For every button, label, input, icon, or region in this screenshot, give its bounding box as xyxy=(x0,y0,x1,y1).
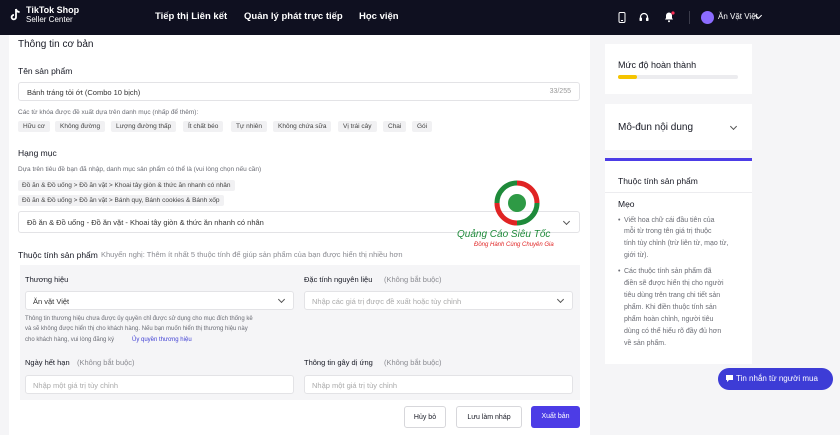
brand-note: Thông tin thương hiệu chưa được ủy quyền… xyxy=(25,316,253,322)
brand-value: Ăn vặt Việt xyxy=(33,297,70,306)
divider xyxy=(605,192,752,193)
tip-line: giới từ). xyxy=(624,252,649,259)
chat-icon xyxy=(726,375,733,382)
tip-line: phẩm hoàn chỉnh, người tiêu xyxy=(624,316,714,323)
tip-bullet: • xyxy=(618,268,621,275)
brand-note: cho khách hàng, vui lòng đăng ký xyxy=(25,337,115,343)
content-module-card[interactable]: Mô-đun nội dung xyxy=(605,104,752,150)
keyword-chip[interactable]: Tự nhiên xyxy=(231,121,268,132)
brand-select[interactable]: Ăn vặt Việt xyxy=(25,291,294,310)
keyword-chip[interactable]: Hữu cơ xyxy=(18,121,50,132)
ingredient-input[interactable]: Nhập các giá trị được đề xuất hoặc tùy c… xyxy=(304,291,573,310)
keyword-chip[interactable]: Ít chất béo xyxy=(183,121,224,132)
tip-line: tiêu dùng trên trang chi tiết sản xyxy=(624,292,721,299)
avatar[interactable] xyxy=(701,11,714,24)
brand-authorize-link[interactable]: Ủy quyền thương hiệu xyxy=(132,337,192,343)
completion-card: Mức độ hoàn thành xyxy=(605,44,752,94)
tiktok-logo-icon xyxy=(10,8,20,21)
logo-line1: TikTok Shop xyxy=(26,5,80,15)
product-name-label: Tên sản phẩm xyxy=(18,66,73,76)
tip-line: tính tùy chỉnh (trừ liên từ, mạo từ, xyxy=(624,240,729,247)
completion-title: Mức độ hoàn thành xyxy=(618,60,697,70)
save-draft-button[interactable]: Lưu làm nháp xyxy=(456,406,522,428)
nav-live[interactable]: Quản lý phát trực tiếp xyxy=(244,11,343,22)
chevron-down-icon xyxy=(556,295,565,304)
keyword-chip[interactable]: Vị trái cây xyxy=(338,121,377,132)
expiry-label: Ngày hết hạn xyxy=(25,358,70,367)
tip-line: điền sẽ được hiển thị cho người xyxy=(624,280,724,287)
bell-icon[interactable] xyxy=(664,11,675,23)
tip-line: Viết hoa chữ cái đầu tiên của xyxy=(624,217,715,224)
allergy-input[interactable]: Nhập một giá trị tùy chỉnh xyxy=(304,375,573,394)
chevron-down-icon[interactable] xyxy=(729,122,738,131)
top-bar: TikTok Shop Seller Center Tiếp thị Liên … xyxy=(0,0,840,35)
tip-line: Các thuộc tính sản phẩm đã xyxy=(624,268,712,275)
cancel-button[interactable]: Hủy bỏ xyxy=(404,406,446,428)
expiry-placeholder: Nhập một giá trị tùy chỉnh xyxy=(33,381,119,390)
keyword-chip[interactable]: Không đường xyxy=(55,121,106,132)
logo-line2: Seller Center xyxy=(26,15,73,24)
keyword-hint: Các từ khóa được đề xuất dựa trên danh m… xyxy=(18,109,199,116)
completion-progress xyxy=(618,75,738,79)
category-hint: Dựa trên tiêu đề bạn đã nhập, danh mục s… xyxy=(18,166,262,173)
optional-tag: (Không bắt buộc) xyxy=(77,358,135,367)
publish-button[interactable]: Xuất bản xyxy=(531,406,580,428)
keyword-chip[interactable]: Lượng đường thấp xyxy=(111,121,177,132)
chevron-down-icon xyxy=(277,295,286,304)
buyer-messages-button[interactable]: Tin nhắn từ người mua xyxy=(718,368,833,390)
brand-label: Thương hiệu xyxy=(25,275,69,284)
category-suggestion[interactable]: Đồ ăn & Đồ uống > Đồ ăn vặt > Bánh quy, … xyxy=(18,195,224,206)
product-name-value: Bánh tráng tỏi ớt (Combo 10 bịch) xyxy=(27,88,141,97)
chat-label: Tin nhắn từ người mua xyxy=(736,374,818,383)
tiktok-shop-logo[interactable]: TikTok Shop Seller Center xyxy=(10,6,79,24)
ingredient-placeholder: Nhập các giá trị được đề xuất hoặc tùy c… xyxy=(312,297,462,306)
brand-note: và sẽ không được hiển thị cho khách hàng… xyxy=(25,326,248,332)
category-selected: Đồ ăn & Đồ uống - Đồ ăn vặt - Khoai tây … xyxy=(27,218,264,227)
keyword-chip[interactable]: Chai xyxy=(383,121,407,132)
optional-tag: (Không bắt buộc) xyxy=(384,358,442,367)
nav-academy[interactable]: Học viện xyxy=(359,11,399,22)
tip-line: về sản phẩm. xyxy=(624,340,667,347)
watermark-brand: Quảng Cáo Siêu Tốc xyxy=(457,229,551,240)
nav-affiliate[interactable]: Tiếp thị Liên kết xyxy=(155,11,227,22)
optional-tag: (Không bắt buộc) xyxy=(384,275,442,284)
headset-icon[interactable] xyxy=(639,12,649,22)
tips-card: Thuộc tính sản phẩm Mẹo • Viết hoa chữ c… xyxy=(605,158,752,364)
tip-bullet: • xyxy=(618,217,621,224)
keyword-chip[interactable]: Không chứa sữa xyxy=(273,121,332,132)
attributes-recommend: Khuyến nghị: Thêm ít nhất 5 thuộc tính đ… xyxy=(101,250,403,259)
module-title: Mô-đun nội dung xyxy=(618,122,694,133)
watermark-slogan: Đồng Hành Cùng Chuyên Gia xyxy=(474,242,554,248)
tips-title: Mẹo xyxy=(618,199,635,209)
allergy-placeholder: Nhập một giá trị tùy chỉnh xyxy=(312,381,398,390)
section-title: Thông tin cơ bản xyxy=(18,39,94,50)
chevron-down-icon xyxy=(562,217,571,226)
expiry-input[interactable]: Nhập một giá trị tùy chỉnh xyxy=(25,375,294,394)
tip-line: dùng có thể hiểu rõ đầy đủ hơn xyxy=(624,328,722,335)
keyword-chip[interactable]: Gói xyxy=(412,121,433,132)
user-name[interactable]: Ăn Vặt Việt xyxy=(718,12,758,21)
allergy-label: Thông tin gây dị ứng xyxy=(304,358,373,367)
tip-line: phẩm. Khi điền thuộc tính sản xyxy=(624,304,717,311)
tip-line: mỗi từ trong tên giá trị thuộc xyxy=(624,228,712,235)
char-count: 33/255 xyxy=(549,88,571,95)
category-label: Hạng mục xyxy=(18,148,57,158)
attributes-title: Thuộc tính sản phẩm xyxy=(18,250,98,260)
category-suggestion[interactable]: Đồ ăn & Đồ uống > Đồ ăn vặt > Khoai tây … xyxy=(18,180,235,191)
phone-icon[interactable] xyxy=(618,12,626,23)
divider xyxy=(689,11,690,24)
ingredient-label: Đặc tính nguyên liệu xyxy=(304,275,373,284)
tips-card-title: Thuộc tính sản phẩm xyxy=(618,176,698,186)
product-name-input[interactable]: Bánh tráng tỏi ớt (Combo 10 bịch) 33/255 xyxy=(18,82,580,101)
watermark-logo xyxy=(494,180,540,226)
